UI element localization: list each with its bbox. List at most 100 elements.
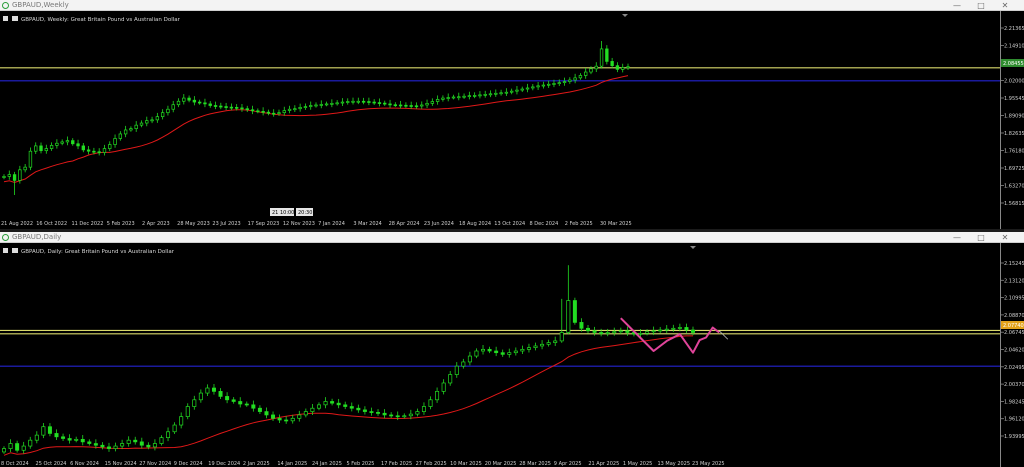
candle-body — [605, 48, 609, 62]
weekly-title-bar[interactable]: GBPAUD,Weekly — □ ✕ — [0, 0, 1024, 11]
candle-body — [684, 327, 689, 331]
candle-body — [388, 103, 392, 106]
drawn-pattern-line[interactable] — [620, 317, 720, 354]
candle-body — [86, 149, 91, 152]
date-axis-label: 21 Aug 2022 — [1, 221, 33, 227]
candle-body — [340, 101, 345, 104]
candle-body — [23, 166, 27, 171]
candle-body — [271, 414, 276, 419]
candle-body — [472, 95, 477, 97]
projection-line[interactable] — [718, 330, 729, 340]
candle-body — [264, 411, 269, 416]
current-price-label: 2.07740 — [1003, 323, 1024, 329]
candle-body — [192, 399, 197, 407]
date-axis-label: 15 Nov 2024 — [105, 461, 137, 467]
candle-body — [520, 88, 524, 91]
daily-title-bar[interactable]: GBPAUD,Daily — □ ✕ — [0, 232, 1024, 243]
candle-body — [349, 406, 354, 409]
price-axis-label: 2.08870 — [1004, 313, 1024, 319]
candle-body — [638, 332, 643, 335]
date-axis-label: 19 Dec 2024 — [208, 461, 240, 467]
maximize-icon[interactable]: □ — [972, 232, 990, 243]
date-axis-label: 13 May 2025 — [657, 461, 690, 467]
weekly-chart-window[interactable]: GBPAUD,Weekly — □ ✕ GBPAUD, Weekly: Grea… — [0, 0, 1024, 229]
w-moving-average-line[interactable] — [3, 75, 629, 184]
candle-body — [146, 444, 151, 448]
price-axis-label: 1.56815 — [1004, 201, 1024, 207]
candle-body — [343, 404, 348, 407]
maximize-icon[interactable]: □ — [972, 0, 990, 11]
candle-body — [34, 434, 39, 441]
candle-body — [7, 174, 11, 177]
price-axis-label: 1.82635 — [1004, 131, 1024, 137]
candle-body — [28, 150, 33, 168]
candle-body — [120, 443, 125, 447]
d-moving-average-line[interactable] — [3, 335, 693, 456]
daily-shift-marker-icon[interactable] — [690, 246, 696, 249]
weekly-plot-area[interactable]: GBPAUD, Weekly: Great Britain Pound vs A… — [0, 11, 1000, 229]
candle-body — [287, 108, 292, 111]
candle-body — [47, 426, 52, 434]
candle-body — [155, 116, 160, 121]
candle-body — [150, 119, 154, 122]
candle-body — [414, 105, 419, 108]
candle-body — [507, 352, 512, 355]
candle-body — [520, 348, 525, 352]
date-axis-label: 2 Apr 2023 — [142, 221, 170, 227]
candle-body — [605, 332, 610, 334]
daily-plot-area[interactable]: GBPAUD, Daily: Great Britain Pound vs Au… — [0, 243, 1000, 467]
candle-body — [55, 142, 59, 146]
candle-body — [293, 108, 297, 111]
candle-body — [251, 404, 256, 409]
candle-body — [41, 426, 46, 436]
close-icon[interactable]: ✕ — [996, 232, 1014, 243]
candle-body — [592, 330, 597, 333]
chart-app-icon — [2, 2, 9, 9]
date-axis-label: 2 Jan 2025 — [243, 461, 270, 467]
candle-body — [671, 327, 676, 330]
price-axis-label: 2.14910 — [1004, 44, 1024, 50]
candle-body — [179, 416, 184, 426]
minimize-icon[interactable]: — — [948, 232, 966, 243]
candle-body — [691, 329, 695, 333]
candle-body — [395, 415, 400, 418]
candle-body — [21, 445, 26, 451]
candle-body — [515, 89, 519, 92]
weekly-shift-marker-icon[interactable] — [622, 14, 628, 17]
candle-body — [541, 84, 546, 87]
date-axis-label: 7 Jan 2024 — [318, 221, 345, 227]
candle-body — [192, 99, 197, 103]
weekly-window-title: GBPAUD,Weekly — [12, 1, 69, 9]
current-price-label: 2.08455 — [1003, 61, 1024, 67]
candle-body — [330, 401, 335, 404]
price-axis-label: 2.06745 — [1004, 330, 1024, 336]
candle-body — [402, 415, 407, 418]
date-axis-label: 28 May 2023 — [177, 221, 210, 227]
candle-body — [559, 332, 564, 342]
minimize-icon[interactable]: — — [948, 0, 966, 11]
candle-body — [361, 100, 366, 103]
candle-body — [219, 105, 223, 108]
weekly-chart-svg[interactable]: GBPAUD, Weekly: Great Britain Pound vs A… — [0, 11, 1000, 229]
candle-body — [92, 150, 96, 153]
candle-body — [205, 387, 210, 394]
candle-body — [2, 448, 6, 453]
candle-body — [87, 441, 92, 444]
candle-body — [235, 107, 239, 109]
daily-chart-svg[interactable]: GBPAUD, Daily: Great Britain Pound vs Au… — [0, 243, 1000, 467]
date-axis-label: 13 Oct 2024 — [494, 221, 525, 227]
candle-body — [100, 444, 105, 448]
date-axis-label: 25 Oct 2024 — [36, 461, 67, 467]
close-icon[interactable]: ✕ — [996, 0, 1014, 11]
daily-chart-window[interactable]: GBPAUD,Daily — □ ✕ GBPAUD, Daily: Great … — [0, 232, 1024, 467]
candle-body — [309, 105, 313, 107]
candle-body — [133, 439, 138, 443]
candle-body — [448, 374, 453, 384]
daily-price-axis[interactable]: 2.15245 2.13120 2.10995 2.08870 2.06745 2.046… — [1000, 243, 1024, 467]
weekly-price-axis[interactable]: 2.21365 2.14910 2.08455 2.02000 1.95545 1.890… — [1000, 11, 1024, 229]
price-axis-label: 1.93995 — [1004, 434, 1024, 440]
candle-body — [93, 443, 98, 446]
candle-body — [494, 350, 499, 354]
candle-body — [435, 391, 440, 401]
price-axis-label: 1.69725 — [1004, 166, 1024, 172]
